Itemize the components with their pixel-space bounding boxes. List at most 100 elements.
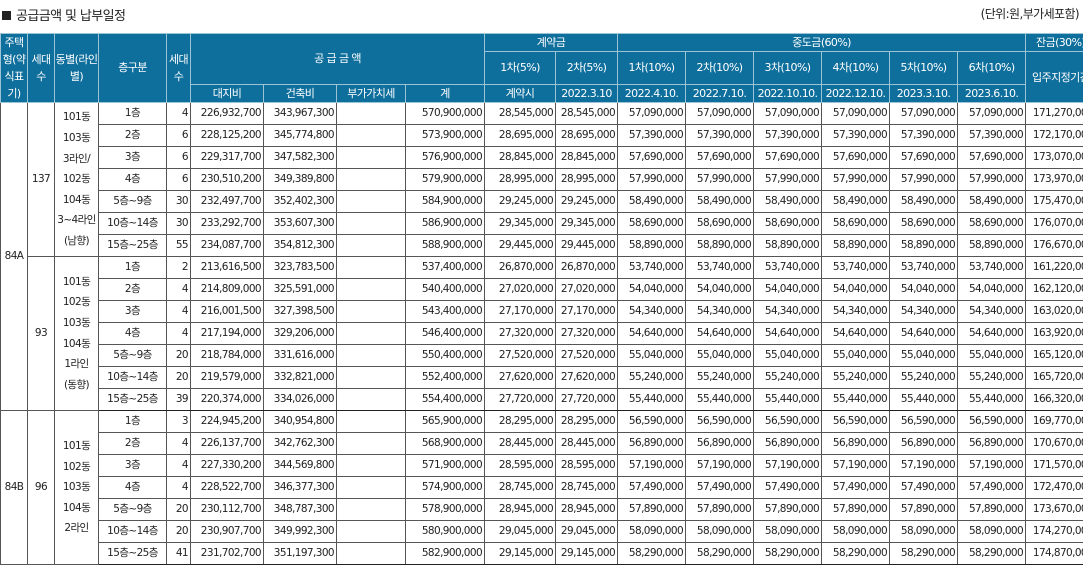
cell-total: 540,400,000 — [404, 278, 486, 301]
header-interim-3-date: 2022.10.10. — [753, 84, 823, 103]
cell-deposit-1: 27,320,000 — [484, 322, 557, 345]
cell-interim-1: 58,490,000 — [617, 190, 687, 213]
building-line: 3라인/ — [62, 152, 91, 165]
cell-interim-3: 57,490,000 — [753, 476, 823, 499]
cell-balance: 175,470,000 — [1025, 190, 1083, 213]
cell-interim-3: 55,040,000 — [753, 344, 823, 367]
cell-balance: 171,570,000 — [1025, 454, 1083, 477]
cell-interim-2: 58,090,000 — [685, 520, 755, 543]
cell-vat — [336, 102, 406, 125]
cell-construction: 351,197,300 — [263, 542, 337, 565]
cell-interim-1: 53,740,000 — [617, 256, 687, 279]
cell-interim-5: 56,890,000 — [889, 432, 959, 455]
cell-vat — [336, 322, 406, 345]
section-title: 공급금액 및 납부일정 — [2, 5, 126, 24]
cell-vat — [336, 190, 406, 213]
cell-construction: 345,774,800 — [263, 124, 337, 147]
cell-land: 230,112,700 — [190, 498, 264, 521]
cell-land: 228,125,200 — [190, 124, 264, 147]
cell-interim-1: 56,590,000 — [617, 410, 687, 433]
cell-interim-5: 55,240,000 — [889, 366, 959, 389]
cell-interim-5: 56,590,000 — [889, 410, 959, 433]
cell-deposit-2: 29,245,000 — [555, 190, 619, 213]
header-interim-4-date: 2022.12.10. — [821, 84, 891, 103]
cell-land: 229,317,700 — [190, 146, 264, 169]
cell-interim-4: 58,290,000 — [821, 542, 891, 565]
cell-interim-1: 57,090,000 — [617, 102, 687, 125]
cell-floor: 10층~14층 — [98, 212, 167, 235]
cell-balance: 170,670,000 — [1025, 432, 1083, 455]
cell-deposit-1: 29,445,000 — [484, 234, 557, 257]
cell-interim-4: 58,690,000 — [821, 212, 891, 235]
cell-land: 230,510,200 — [190, 168, 264, 191]
cell-building: 101동 102동 103동 104동 1라인 (동향) — [54, 256, 99, 411]
cell-total: 543,400,000 — [404, 300, 486, 323]
header-interim-4: 4차(10%) — [821, 51, 891, 85]
cell-interim-5: 58,490,000 — [889, 190, 959, 213]
cell-deposit-2: 28,695,000 — [555, 124, 619, 147]
cell-interim-2: 54,040,000 — [685, 278, 755, 301]
cell-interim-2: 57,990,000 — [685, 168, 755, 191]
cell-total: 568,900,000 — [404, 432, 486, 455]
cell-households: 4 — [166, 454, 191, 477]
header-building: 동별(라인별) — [54, 33, 99, 103]
cell-total: 574,900,000 — [404, 476, 486, 499]
header-type: 주택형(약식표기) — [0, 33, 28, 103]
cell-units: 93 — [27, 256, 55, 411]
header-interim-6: 6차(10%) — [957, 51, 1027, 85]
cell-interim-5: 54,040,000 — [889, 278, 959, 301]
building-line: 101동 — [62, 275, 91, 288]
header-supply: 공 급 금 액 — [189, 33, 486, 85]
cell-interim-2: 58,290,000 — [685, 542, 755, 565]
header-interim-2-date: 2022.7.10. — [685, 84, 755, 103]
cell-interim-4: 55,440,000 — [821, 388, 891, 411]
cell-interim-5: 58,290,000 — [889, 542, 959, 565]
cell-interim-6: 54,640,000 — [957, 322, 1027, 345]
header-interim-6-date: 2023.6.10. — [957, 84, 1027, 103]
cell-interim-1: 57,890,000 — [617, 498, 687, 521]
cell-vat — [336, 234, 406, 257]
cell-interim-6: 53,740,000 — [957, 256, 1027, 279]
cell-interim-3: 57,990,000 — [753, 168, 823, 191]
cell-interim-6: 54,040,000 — [957, 278, 1027, 301]
header-deposit: 계약금 — [484, 33, 619, 52]
cell-households: 30 — [166, 190, 191, 213]
cell-land: 220,374,000 — [190, 388, 264, 411]
cell-interim-4: 54,040,000 — [821, 278, 891, 301]
cell-households: 55 — [166, 234, 191, 257]
cell-interim-4: 55,040,000 — [821, 344, 891, 367]
header-households: 세대수 — [166, 33, 191, 103]
cell-construction: 329,206,000 — [263, 322, 337, 345]
cell-households: 4 — [166, 300, 191, 323]
cell-deposit-2: 28,845,000 — [555, 146, 619, 169]
cell-construction: 342,762,300 — [263, 432, 337, 455]
cell-land: 232,497,700 — [190, 190, 264, 213]
table-row: 4층 6 230,510,200 349,389,800 579,900,000 28,9… — [1, 168, 1083, 191]
cell-land: 213,616,500 — [190, 256, 264, 279]
table-row: 84A 137 101동 103동 3라인/102동 104동 3~4라인 (남향) 1층 4 22… — [0, 102, 1083, 411]
cell-floor: 15층~25층 — [98, 388, 167, 411]
header-interim-1: 1차(10%) — [617, 51, 687, 85]
cell-interim-3: 58,890,000 — [753, 234, 823, 257]
table-row: 93 101동 102동 103동 104동 1라인 (동향) 1층 2 213,616,500 3… — [1, 256, 1083, 411]
cell-interim-2: 55,240,000 — [685, 366, 755, 389]
cell-land: 234,087,700 — [190, 234, 264, 257]
cell-land: 231,702,700 — [190, 542, 264, 565]
cell-households: 6 — [166, 146, 191, 169]
cell-households: 4 — [166, 278, 191, 301]
cell-deposit-1: 28,595,000 — [484, 454, 557, 477]
header-interim-5-date: 2023.3.10. — [889, 84, 959, 103]
table-row: 5층~9층 30 232,497,700 352,402,300 584,900,000… — [1, 190, 1083, 213]
cell-interim-1: 58,890,000 — [617, 234, 687, 257]
cell-deposit-1: 28,845,000 — [484, 146, 557, 169]
cell-vat — [336, 168, 406, 191]
cell-interim-4: 57,890,000 — [821, 498, 891, 521]
cell-interim-1: 57,390,000 — [617, 124, 687, 147]
cell-construction: 340,954,800 — [263, 410, 337, 433]
cell-interim-4: 57,490,000 — [821, 476, 891, 499]
header-interim-2: 2차(10%) — [685, 51, 755, 85]
cell-interim-6: 57,390,000 — [957, 124, 1027, 147]
page-header: 공급금액 및 납부일정 (단위:원,부가세포함) — [0, 0, 1083, 30]
building-line: 3~4라인 — [57, 214, 96, 227]
cell-interim-6: 56,590,000 — [957, 410, 1027, 433]
